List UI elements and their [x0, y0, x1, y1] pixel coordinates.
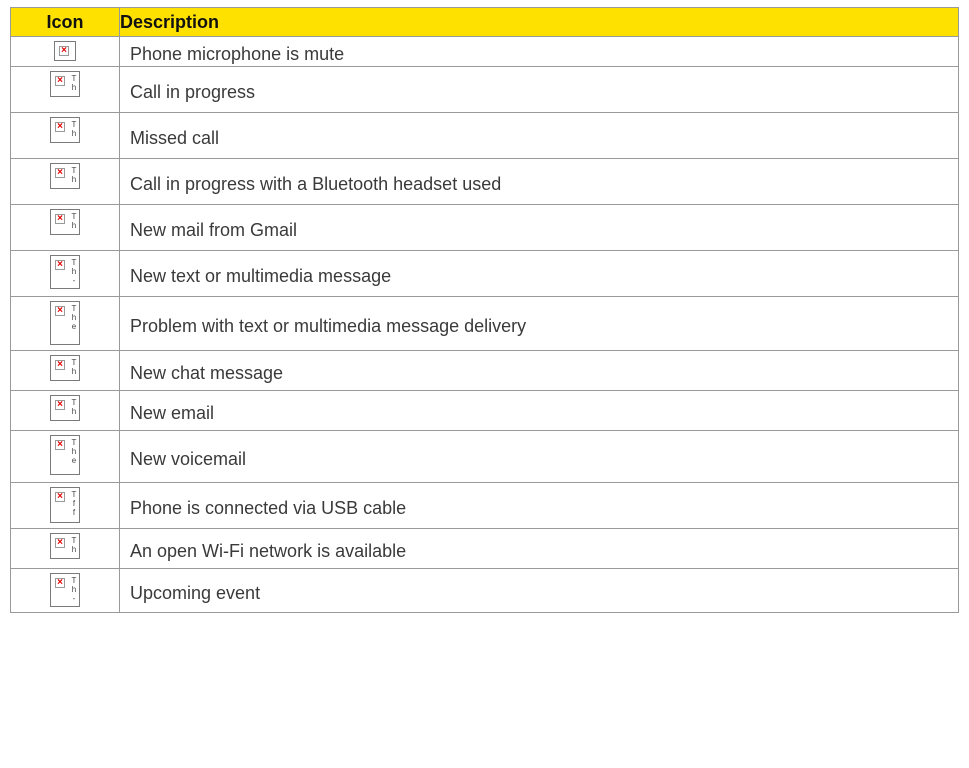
header-description: Description — [119, 7, 959, 37]
icon-alt-text: Th- — [71, 258, 77, 285]
icon-alt-text: The — [71, 304, 77, 331]
table-row: × Th Call in progress — [10, 66, 959, 113]
icon-cell: × Th e — [10, 430, 120, 483]
description-cell: Phone microphone is mute — [119, 36, 959, 67]
icon-cell: × — [10, 36, 120, 67]
broken-image-icon: × Th — [50, 355, 80, 381]
table-row: × Th Call in progress with a Bluetooth hea… — [10, 158, 959, 205]
icon-cell: × Th — [10, 390, 120, 431]
description-cell: Missed call — [119, 112, 959, 159]
icon-alt-text: Th — [71, 536, 77, 554]
icon-alt-text: Th — [71, 358, 77, 376]
icon-alt-text: Tff — [71, 490, 77, 517]
table-row: × Th An open Wi-Fi network is available — [10, 528, 959, 569]
icon-alt-text: Th — [71, 166, 77, 184]
missing-image-x-icon: × — [55, 306, 65, 316]
header-icon: Icon — [10, 7, 120, 37]
missing-image-x-icon: × — [55, 440, 65, 450]
description-cell: New text or multimedia message — [119, 250, 959, 297]
icon-cell: × Th e — [10, 296, 120, 351]
table-row: × Tf f Phone is connected via USB cable — [10, 482, 959, 529]
description-cell: Call in progress with a Bluetooth headse… — [119, 158, 959, 205]
icon-alt-text: The — [71, 438, 77, 465]
broken-image-icon: × Th - — [50, 573, 80, 607]
description-cell: New mail from Gmail — [119, 204, 959, 251]
missing-image-x-icon: × — [59, 46, 69, 56]
missing-image-x-icon: × — [55, 214, 65, 224]
missing-image-x-icon: × — [55, 400, 65, 410]
missing-image-x-icon: × — [55, 122, 65, 132]
missing-image-x-icon: × — [55, 260, 65, 270]
broken-image-icon: × Th — [50, 117, 80, 143]
broken-image-icon: × Th — [50, 533, 80, 559]
broken-image-icon: × — [54, 41, 76, 61]
icon-alt-text: Th — [71, 398, 77, 416]
icon-alt-text: Th- — [71, 576, 77, 603]
table-row: × Th - New text or multimedia message — [10, 250, 959, 297]
description-cell: Phone is connected via USB cable — [119, 482, 959, 529]
broken-image-icon: × Th — [50, 163, 80, 189]
table-row: × Th e New voicemail — [10, 430, 959, 483]
icon-cell: × Th - — [10, 568, 120, 613]
broken-image-icon: × Tf f — [50, 487, 80, 523]
description-cell: Call in progress — [119, 66, 959, 113]
icon-alt-text: Th — [71, 212, 77, 230]
icon-cell: × Th — [10, 350, 120, 391]
table-row: × Th New mail from Gmail — [10, 204, 959, 251]
description-cell: New chat message — [119, 350, 959, 391]
icon-cell: × Th — [10, 528, 120, 569]
table-row: × Th e Problem with text or multimedia mess… — [10, 296, 959, 351]
broken-image-icon: × Th e — [50, 435, 80, 475]
icon-cell: × Th — [10, 112, 120, 159]
icon-cell: × Tf f — [10, 482, 120, 529]
missing-image-x-icon: × — [55, 578, 65, 588]
broken-image-icon: × Th — [50, 209, 80, 235]
table-row: × Th Missed call — [10, 112, 959, 159]
table-row: × Th - Upcoming event — [10, 568, 959, 613]
table-row: × Th New email — [10, 390, 959, 431]
missing-image-x-icon: × — [55, 168, 65, 178]
missing-image-x-icon: × — [55, 76, 65, 86]
description-cell: An open Wi-Fi network is available — [119, 528, 959, 569]
broken-image-icon: × Th - — [50, 255, 80, 289]
missing-image-x-icon: × — [55, 492, 65, 502]
missing-image-x-icon: × — [55, 360, 65, 370]
description-cell: Problem with text or multimedia message … — [119, 296, 959, 351]
table-row: × Th New chat message — [10, 350, 959, 391]
missing-image-x-icon: × — [55, 538, 65, 548]
broken-image-icon: × Th — [50, 395, 80, 421]
table-row: × Phone microphone is mute — [10, 36, 959, 67]
icon-cell: × Th - — [10, 250, 120, 297]
icon-alt-text: Th — [71, 74, 77, 92]
broken-image-icon: × Th e — [50, 301, 80, 345]
table-header-row: Icon Description — [10, 7, 959, 37]
description-cell: New email — [119, 390, 959, 431]
icon-cell: × Th — [10, 204, 120, 251]
broken-image-icon: × Th — [50, 71, 80, 97]
icon-cell: × Th — [10, 158, 120, 205]
description-cell: New voicemail — [119, 430, 959, 483]
description-cell: Upcoming event — [119, 568, 959, 613]
icon-alt-text: Th — [71, 120, 77, 138]
icon-description-table: Icon Description × Phone microphone is mu… — [10, 7, 959, 613]
icon-cell: × Th — [10, 66, 120, 113]
